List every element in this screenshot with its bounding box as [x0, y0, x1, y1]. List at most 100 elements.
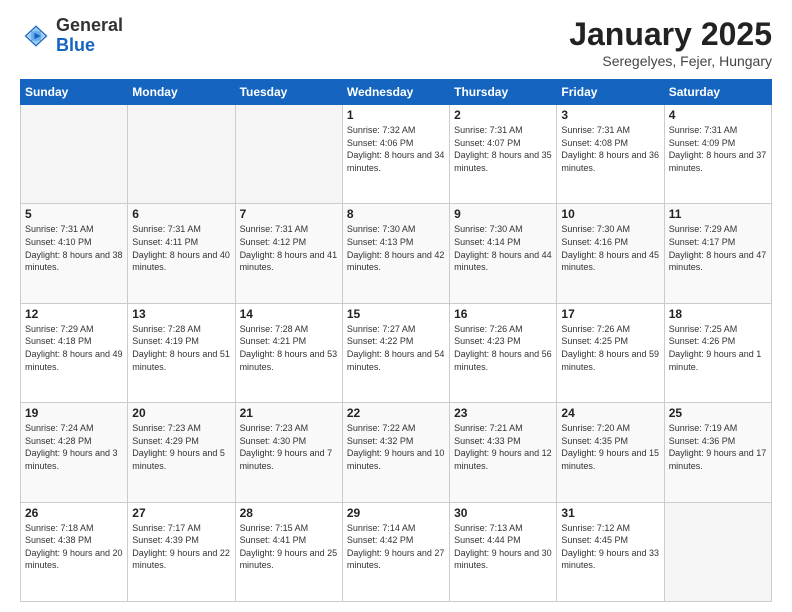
calendar-header-wednesday: Wednesday [342, 80, 449, 105]
day-info: Sunrise: 7:28 AM Sunset: 4:19 PM Dayligh… [132, 323, 230, 373]
day-number: 2 [454, 108, 552, 122]
calendar-day-cell: 30Sunrise: 7:13 AM Sunset: 4:44 PM Dayli… [450, 502, 557, 601]
day-number: 18 [669, 307, 767, 321]
day-info: Sunrise: 7:18 AM Sunset: 4:38 PM Dayligh… [25, 522, 123, 572]
calendar-day-cell: 14 Sunrise: 7:28 AM Sunset: 4:21 PM Dayli… [235, 303, 342, 402]
day-number: 11 [669, 207, 767, 221]
calendar-day-cell: 27 Sunrise: 7:17 AM Sunset: 4:39 PM Dayli… [128, 502, 235, 601]
day-number: 8 [347, 207, 445, 221]
day-info: Sunrise: 7:27 AM Sunset: 4:22 PM Dayligh… [347, 323, 445, 373]
day-info: Sunrise: 7:15 AM Sunset: 4:41 PM Dayligh… [240, 522, 338, 572]
day-number: 10 [561, 207, 659, 221]
day-number: 14 [240, 307, 338, 321]
day-info: Sunrise: 7:19 AM Sunset: 4:36 PM Dayligh… [669, 422, 767, 472]
day-number: 19 [25, 406, 123, 420]
day-number: 24 [561, 406, 659, 420]
day-info: Sunrise: 7:12 AM Sunset: 4:45 PM Dayligh… [561, 522, 659, 572]
day-info: Sunrise: 7:22 AM Sunset: 4:32 PM Dayligh… [347, 422, 445, 472]
day-number: 15 [347, 307, 445, 321]
calendar-day-cell: 4 Sunrise: 7:31 AM Sunset: 4:09 PM Daylig… [664, 105, 771, 204]
day-number: 27 [132, 506, 230, 520]
calendar-day-cell: 24 Sunrise: 7:20 AM Sunset: 4:35 PM Dayli… [557, 403, 664, 502]
calendar-day-cell: 16Sunrise: 7:26 AM Sunset: 4:23 PM Dayli… [450, 303, 557, 402]
day-info: Sunrise: 7:26 AM Sunset: 4:25 PM Dayligh… [561, 323, 659, 373]
calendar-day-cell: 1Sunrise: 7:32 AM Sunset: 4:06 PM Daylig… [342, 105, 449, 204]
calendar-week-row: 26 Sunrise: 7:18 AM Sunset: 4:38 PM Dayli… [21, 502, 772, 601]
day-info: Sunrise: 7:21 AM Sunset: 4:33 PM Dayligh… [454, 422, 552, 472]
month-title: January 2025 [569, 16, 772, 53]
day-info: Sunrise: 7:24 AM Sunset: 4:28 PM Dayligh… [25, 422, 123, 472]
day-number: 25 [669, 406, 767, 420]
title-block: January 2025 Seregelyes, Fejer, Hungary [569, 16, 772, 69]
day-number: 20 [132, 406, 230, 420]
day-number: 6 [132, 207, 230, 221]
calendar-day-cell: 28 Sunrise: 7:15 AM Sunset: 4:41 PM Dayli… [235, 502, 342, 601]
calendar-header-sunday: Sunday [21, 80, 128, 105]
day-number: 28 [240, 506, 338, 520]
day-number: 1 [347, 108, 445, 122]
logo-blue: Blue [56, 36, 123, 56]
calendar-day-cell: 26 Sunrise: 7:18 AM Sunset: 4:38 PM Dayli… [21, 502, 128, 601]
day-info: Sunrise: 7:17 AM Sunset: 4:39 PM Dayligh… [132, 522, 230, 572]
day-number: 12 [25, 307, 123, 321]
day-info: Sunrise: 7:30 AM Sunset: 4:13 PM Dayligh… [347, 223, 445, 273]
day-number: 17 [561, 307, 659, 321]
calendar-day-cell: 18 Sunrise: 7:25 AM Sunset: 4:26 PM Dayli… [664, 303, 771, 402]
calendar-day-cell: 17 Sunrise: 7:26 AM Sunset: 4:25 PM Dayli… [557, 303, 664, 402]
day-info: Sunrise: 7:25 AM Sunset: 4:26 PM Dayligh… [669, 323, 767, 373]
logo: General Blue [20, 16, 123, 56]
day-info: Sunrise: 7:31 AM Sunset: 4:07 PM Dayligh… [454, 124, 552, 174]
calendar-day-cell: 7 Sunrise: 7:31 AM Sunset: 4:12 PM Daylig… [235, 204, 342, 303]
calendar-day-cell: 6Sunrise: 7:31 AM Sunset: 4:11 PM Daylig… [128, 204, 235, 303]
day-number: 9 [454, 207, 552, 221]
logo-text: General Blue [56, 16, 123, 56]
day-number: 29 [347, 506, 445, 520]
calendar-day-cell: 20 Sunrise: 7:23 AM Sunset: 4:29 PM Dayli… [128, 403, 235, 502]
day-info: Sunrise: 7:31 AM Sunset: 4:09 PM Dayligh… [669, 124, 767, 174]
day-number: 3 [561, 108, 659, 122]
calendar-day-cell: 12 Sunrise: 7:29 AM Sunset: 4:18 PM Dayli… [21, 303, 128, 402]
day-number: 7 [240, 207, 338, 221]
day-number: 4 [669, 108, 767, 122]
calendar-week-row: 12 Sunrise: 7:29 AM Sunset: 4:18 PM Dayli… [21, 303, 772, 402]
day-number: 23 [454, 406, 552, 420]
calendar-week-row: 5Sunrise: 7:31 AM Sunset: 4:10 PM Daylig… [21, 204, 772, 303]
day-info: Sunrise: 7:23 AM Sunset: 4:30 PM Dayligh… [240, 422, 338, 472]
calendar-day-cell: 11 Sunrise: 7:29 AM Sunset: 4:17 PM Dayli… [664, 204, 771, 303]
day-number: 26 [25, 506, 123, 520]
calendar-table: SundayMondayTuesdayWednesdayThursdayFrid… [20, 79, 772, 602]
calendar-day-cell: 9Sunrise: 7:30 AM Sunset: 4:14 PM Daylig… [450, 204, 557, 303]
calendar-week-row: 1Sunrise: 7:32 AM Sunset: 4:06 PM Daylig… [21, 105, 772, 204]
day-info: Sunrise: 7:20 AM Sunset: 4:35 PM Dayligh… [561, 422, 659, 472]
calendar-day-cell [235, 105, 342, 204]
calendar-day-cell: 22 Sunrise: 7:22 AM Sunset: 4:32 PM Dayli… [342, 403, 449, 502]
day-info: Sunrise: 7:28 AM Sunset: 4:21 PM Dayligh… [240, 323, 338, 373]
day-info: Sunrise: 7:29 AM Sunset: 4:18 PM Dayligh… [25, 323, 123, 373]
calendar-header-saturday: Saturday [664, 80, 771, 105]
calendar-day-cell: 13 Sunrise: 7:28 AM Sunset: 4:19 PM Dayli… [128, 303, 235, 402]
calendar-day-cell: 29 Sunrise: 7:14 AM Sunset: 4:42 PM Dayli… [342, 502, 449, 601]
day-info: Sunrise: 7:29 AM Sunset: 4:17 PM Dayligh… [669, 223, 767, 273]
calendar-header-thursday: Thursday [450, 80, 557, 105]
day-number: 22 [347, 406, 445, 420]
day-info: Sunrise: 7:14 AM Sunset: 4:42 PM Dayligh… [347, 522, 445, 572]
calendar-day-cell: 23 Sunrise: 7:21 AM Sunset: 4:33 PM Dayli… [450, 403, 557, 502]
day-info: Sunrise: 7:26 AM Sunset: 4:23 PM Dayligh… [454, 323, 552, 373]
day-number: 13 [132, 307, 230, 321]
calendar-day-cell: 8 Sunrise: 7:30 AM Sunset: 4:13 PM Daylig… [342, 204, 449, 303]
logo-icon [20, 20, 52, 52]
calendar-day-cell [664, 502, 771, 601]
location: Seregelyes, Fejer, Hungary [569, 53, 772, 69]
day-info: Sunrise: 7:23 AM Sunset: 4:29 PM Dayligh… [132, 422, 230, 472]
calendar-day-cell: 2 Sunrise: 7:31 AM Sunset: 4:07 PM Daylig… [450, 105, 557, 204]
calendar-day-cell [128, 105, 235, 204]
day-info: Sunrise: 7:13 AM Sunset: 4:44 PM Dayligh… [454, 522, 552, 572]
day-info: Sunrise: 7:31 AM Sunset: 4:12 PM Dayligh… [240, 223, 338, 273]
calendar-header-row: SundayMondayTuesdayWednesdayThursdayFrid… [21, 80, 772, 105]
calendar-week-row: 19 Sunrise: 7:24 AM Sunset: 4:28 PM Dayli… [21, 403, 772, 502]
calendar-day-cell: 19 Sunrise: 7:24 AM Sunset: 4:28 PM Dayli… [21, 403, 128, 502]
day-info: Sunrise: 7:30 AM Sunset: 4:16 PM Dayligh… [561, 223, 659, 273]
calendar-day-cell: 15 Sunrise: 7:27 AM Sunset: 4:22 PM Dayli… [342, 303, 449, 402]
day-info: Sunrise: 7:31 AM Sunset: 4:10 PM Dayligh… [25, 223, 123, 273]
calendar-day-cell: 10 Sunrise: 7:30 AM Sunset: 4:16 PM Dayli… [557, 204, 664, 303]
